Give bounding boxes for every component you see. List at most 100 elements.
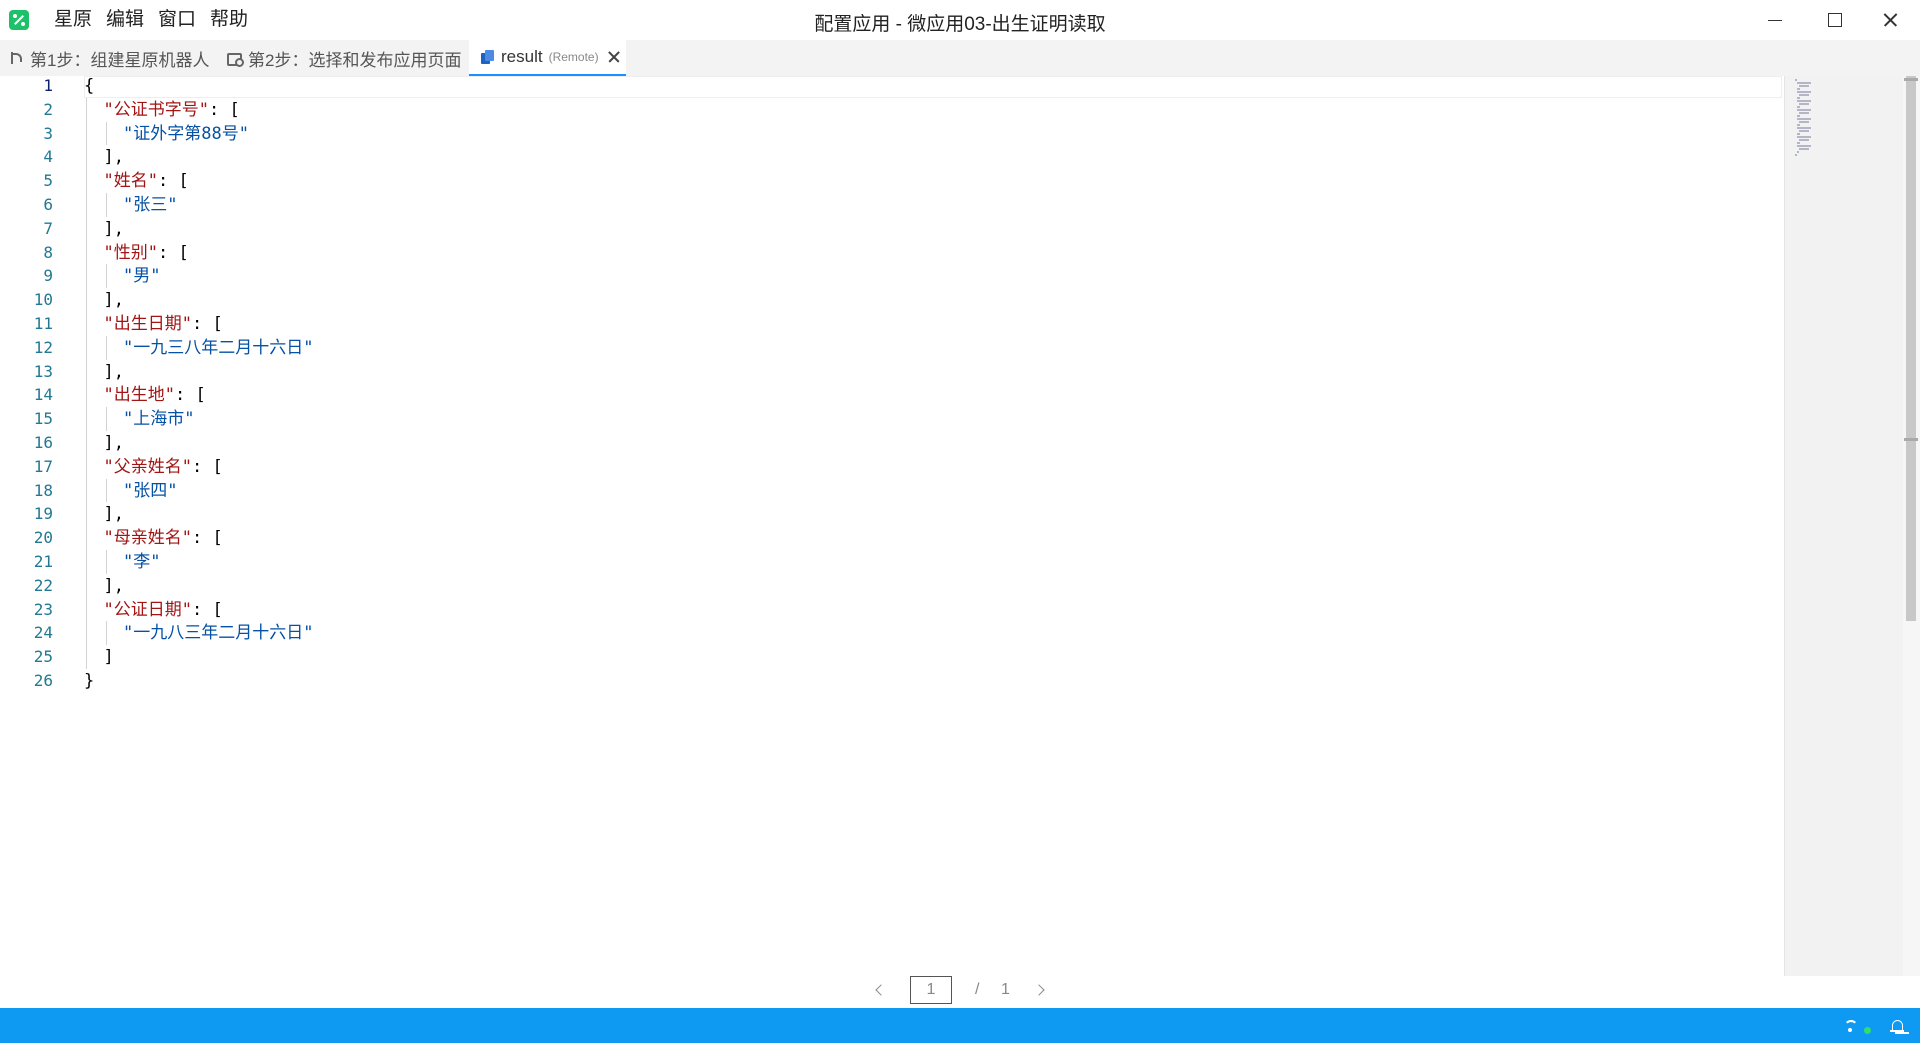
json-punctuation: : [ <box>174 385 206 406</box>
line-number: 1 <box>43 76 53 95</box>
line-number: 7 <box>43 218 53 238</box>
indent-guide <box>86 97 87 669</box>
current-line-highlight <box>84 76 1782 98</box>
json-punctuation: : [ <box>157 242 189 263</box>
code-line: "李" <box>123 550 160 574</box>
tab-result[interactable]: result (Remote) <box>469 40 626 76</box>
line-number: 10 <box>33 290 53 310</box>
line-number: 17 <box>33 456 53 476</box>
indent-guide <box>106 193 107 217</box>
branch-icon <box>8 50 24 66</box>
minimize-icon[interactable] <box>1748 0 1804 40</box>
minimap-line <box>1797 142 1801 144</box>
code-line: "公证书字号": [ <box>104 98 240 122</box>
json-punctuation: ], <box>103 504 124 525</box>
minimap-line <box>1797 136 1812 138</box>
json-string: "一九三八年二月十六日" <box>123 337 314 358</box>
code-line: ], <box>104 431 124 455</box>
json-punctuation: { <box>84 76 95 96</box>
prev-page-icon[interactable] <box>872 980 888 1000</box>
menu-window[interactable]: 窗口 <box>151 8 203 32</box>
menu-help[interactable]: 帮助 <box>203 8 255 32</box>
vertical-scrollbar[interactable] <box>1903 76 1920 976</box>
online-status-icon <box>1864 1027 1871 1034</box>
json-punctuation: : [ <box>191 456 223 477</box>
minimap-line <box>1799 103 1809 105</box>
line-number: 4 <box>43 147 53 167</box>
json-string: "张三" <box>123 195 178 215</box>
indent-guide <box>106 264 107 289</box>
tab-tag: (Remote) <box>548 50 599 64</box>
indent-guide <box>106 621 107 646</box>
menu-xingyuan[interactable]: 星原 <box>47 8 99 32</box>
json-key: "性别" <box>103 242 158 263</box>
line-number: 3 <box>43 123 53 143</box>
next-page-icon[interactable] <box>1033 980 1049 1000</box>
json-punctuation: ], <box>103 290 124 311</box>
json-key: "出生日期" <box>103 314 192 334</box>
minimap-line <box>1797 91 1812 93</box>
json-punctuation: : [ <box>208 99 240 120</box>
minimap-line <box>1799 130 1809 132</box>
minimap-line <box>1797 100 1812 102</box>
json-string: "上海市" <box>123 409 195 430</box>
code-line: "上海市" <box>123 407 194 431</box>
line-number: 24 <box>33 623 53 643</box>
page-number-input[interactable] <box>910 976 952 1004</box>
code-line: ], <box>104 288 124 312</box>
line-number: 21 <box>33 552 53 571</box>
line-number: 11 <box>33 314 53 333</box>
line-number: 6 <box>43 195 53 214</box>
close-tab-icon[interactable] <box>608 51 620 63</box>
wifi-icon <box>1842 1020 1858 1032</box>
code-line: } <box>84 669 94 693</box>
code-line: ], <box>104 145 124 169</box>
minimap-line <box>1795 154 1797 156</box>
minimap-line <box>1797 118 1812 120</box>
json-punctuation: } <box>84 671 95 691</box>
minimap-line <box>1799 148 1809 150</box>
code-line: ], <box>104 360 124 384</box>
line-number: 19 <box>33 504 53 524</box>
maximize-icon[interactable] <box>1806 0 1862 40</box>
code-line: "一九三八年二月十六日" <box>123 336 313 360</box>
tab-label: 第2步：选择和发布应用页面 <box>248 50 462 70</box>
code-line: "证外字第88号" <box>123 122 249 146</box>
page-separator: / <box>975 981 980 998</box>
code-line: ] <box>104 645 114 669</box>
window-title: 配置应用 - 微应用03-出生证明读取 <box>814 14 1106 35</box>
line-number: 12 <box>33 337 53 357</box>
minimap-line <box>1797 133 1801 135</box>
code-line: "性别": [ <box>104 241 189 265</box>
minimap-line <box>1799 112 1809 114</box>
document-icon <box>479 49 495 65</box>
json-key: "父亲姓名" <box>103 456 192 477</box>
json-punctuation: : [ <box>191 599 223 620</box>
minimap-line <box>1797 97 1801 99</box>
json-key: "出生地" <box>103 385 175 406</box>
code-line: "姓名": [ <box>104 169 189 193</box>
json-string: "一九八三年二月十六日" <box>123 623 314 644</box>
code-line: "母亲姓名": [ <box>104 526 223 550</box>
tab-bar: 第1步：组建星原机器人 第2步：选择和发布应用页面 result (Remote… <box>0 40 1920 76</box>
line-number: 16 <box>33 433 53 452</box>
minimap[interactable] <box>1784 76 1903 976</box>
code-line: ], <box>104 217 124 241</box>
line-number: 20 <box>33 528 53 548</box>
tab-step1[interactable]: 第1步：组建星原机器人 <box>8 40 209 76</box>
scrollbar-thumb[interactable] <box>1906 76 1916 621</box>
json-key: "公证日期" <box>103 599 192 620</box>
json-key: "姓名" <box>103 171 158 192</box>
code-line: "出生地": [ <box>104 383 206 407</box>
close-window-icon[interactable] <box>1862 0 1918 40</box>
code-line: "男" <box>123 264 160 288</box>
code-line: "父亲姓名": [ <box>104 455 223 479</box>
json-punctuation: : [ <box>157 171 189 192</box>
bell-icon[interactable] <box>1890 1019 1904 1033</box>
minimap-line <box>1797 151 1799 153</box>
tab-step2[interactable]: 第2步：选择和发布应用页面 <box>226 40 461 76</box>
code-editor[interactable]: 1 2 3 4 5 6 7 8 9 10 11 12 13 14 15 16 17 18 19 20 21 22 23 24 2… <box>0 76 1784 976</box>
menu-edit[interactable]: 编辑 <box>99 8 151 32</box>
json-string: "男" <box>123 266 161 287</box>
code-line: "公证日期": [ <box>104 598 223 622</box>
